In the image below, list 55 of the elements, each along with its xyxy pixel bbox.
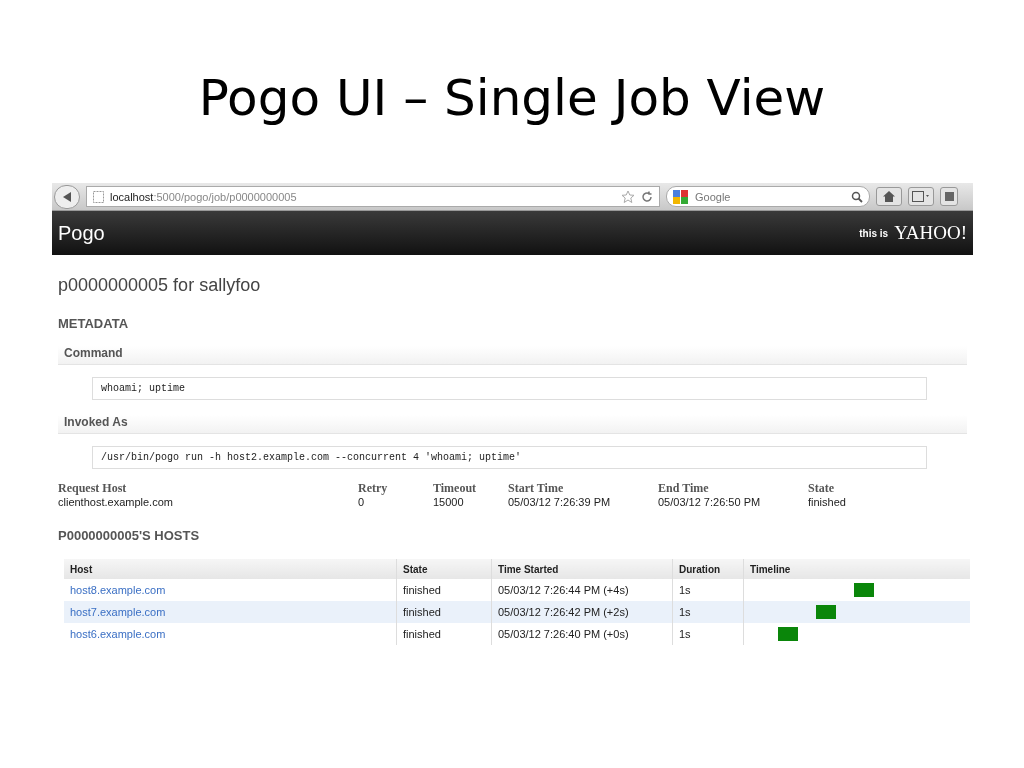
page-icon (93, 190, 104, 203)
host-link[interactable]: host7.example.com (70, 606, 166, 618)
field-value: finished (808, 496, 847, 508)
column-header: Duration (672, 559, 744, 579)
column-header: Time Started (491, 559, 673, 579)
reload-icon[interactable] (641, 190, 653, 203)
tagline: this is (859, 227, 889, 239)
table-cell: 1s (672, 601, 744, 623)
field-label: End Time (658, 481, 710, 496)
column-header: Timeline (743, 559, 970, 579)
search-input[interactable]: Google (693, 189, 847, 204)
url-text: localhost:5000/pogo/job/p0000000005 (110, 190, 298, 203)
section-heading: METADATA (58, 316, 130, 331)
subsection-heading: Invoked As (58, 415, 967, 434)
field-label: Request Host (58, 481, 128, 496)
column-header: Host (64, 559, 397, 579)
field-value: clienthost.example.com (58, 496, 174, 508)
star-icon[interactable] (621, 189, 635, 204)
app-name: Pogo (58, 221, 106, 245)
table-cell: 05/03/12 7:26:42 PM (+2s) (491, 601, 673, 623)
home-icon (883, 191, 895, 202)
section-heading: P0000000005'S HOSTS (58, 528, 201, 543)
code-box: whoami; uptime (92, 377, 927, 400)
slide-title: Pogo UI – Single Job View (197, 68, 827, 129)
table-cell: finished (396, 623, 492, 645)
extension-button[interactable] (940, 187, 958, 206)
field-value: 15000 (433, 496, 465, 508)
page-title: p0000000005 for sallyfoo (58, 275, 262, 296)
search-icon[interactable] (851, 190, 863, 203)
column-header: State (396, 559, 492, 579)
code-box: /usr/bin/pogo run -h host2.example.com --concurrent 4 'whoami; uptime' (92, 446, 927, 469)
brand-logo: YAHOO! (894, 222, 967, 244)
field-label: Start Time (508, 481, 565, 496)
table-cell: 1s (672, 623, 744, 645)
timeline-bar (854, 583, 874, 597)
field-value: 05/03/12 7:26:39 PM (508, 496, 612, 508)
field-value: 05/03/12 7:26:50 PM (658, 496, 762, 508)
timeline-bar (778, 627, 798, 641)
field-label: State (808, 481, 835, 496)
table-cell: finished (396, 601, 492, 623)
address-bar[interactable]: localhost:5000/pogo/job/p0000000005 (86, 186, 660, 207)
table-cell: 05/03/12 7:26:40 PM (+0s) (491, 623, 673, 645)
search-field[interactable]: Google (666, 186, 870, 207)
host-link[interactable]: host8.example.com (70, 584, 166, 596)
home-button[interactable] (876, 187, 902, 206)
back-button[interactable] (54, 184, 80, 209)
field-label: Retry (358, 481, 389, 496)
host-link[interactable]: host6.example.com (70, 628, 166, 640)
bookmark-menu-icon (912, 191, 930, 202)
subsection-heading: Command (58, 346, 967, 365)
timeline-bar (816, 605, 836, 619)
field-value: 0 (358, 496, 366, 508)
field-label: Timeout (433, 481, 478, 496)
back-arrow-icon (62, 190, 72, 203)
bookmarks-button[interactable] (908, 187, 934, 206)
